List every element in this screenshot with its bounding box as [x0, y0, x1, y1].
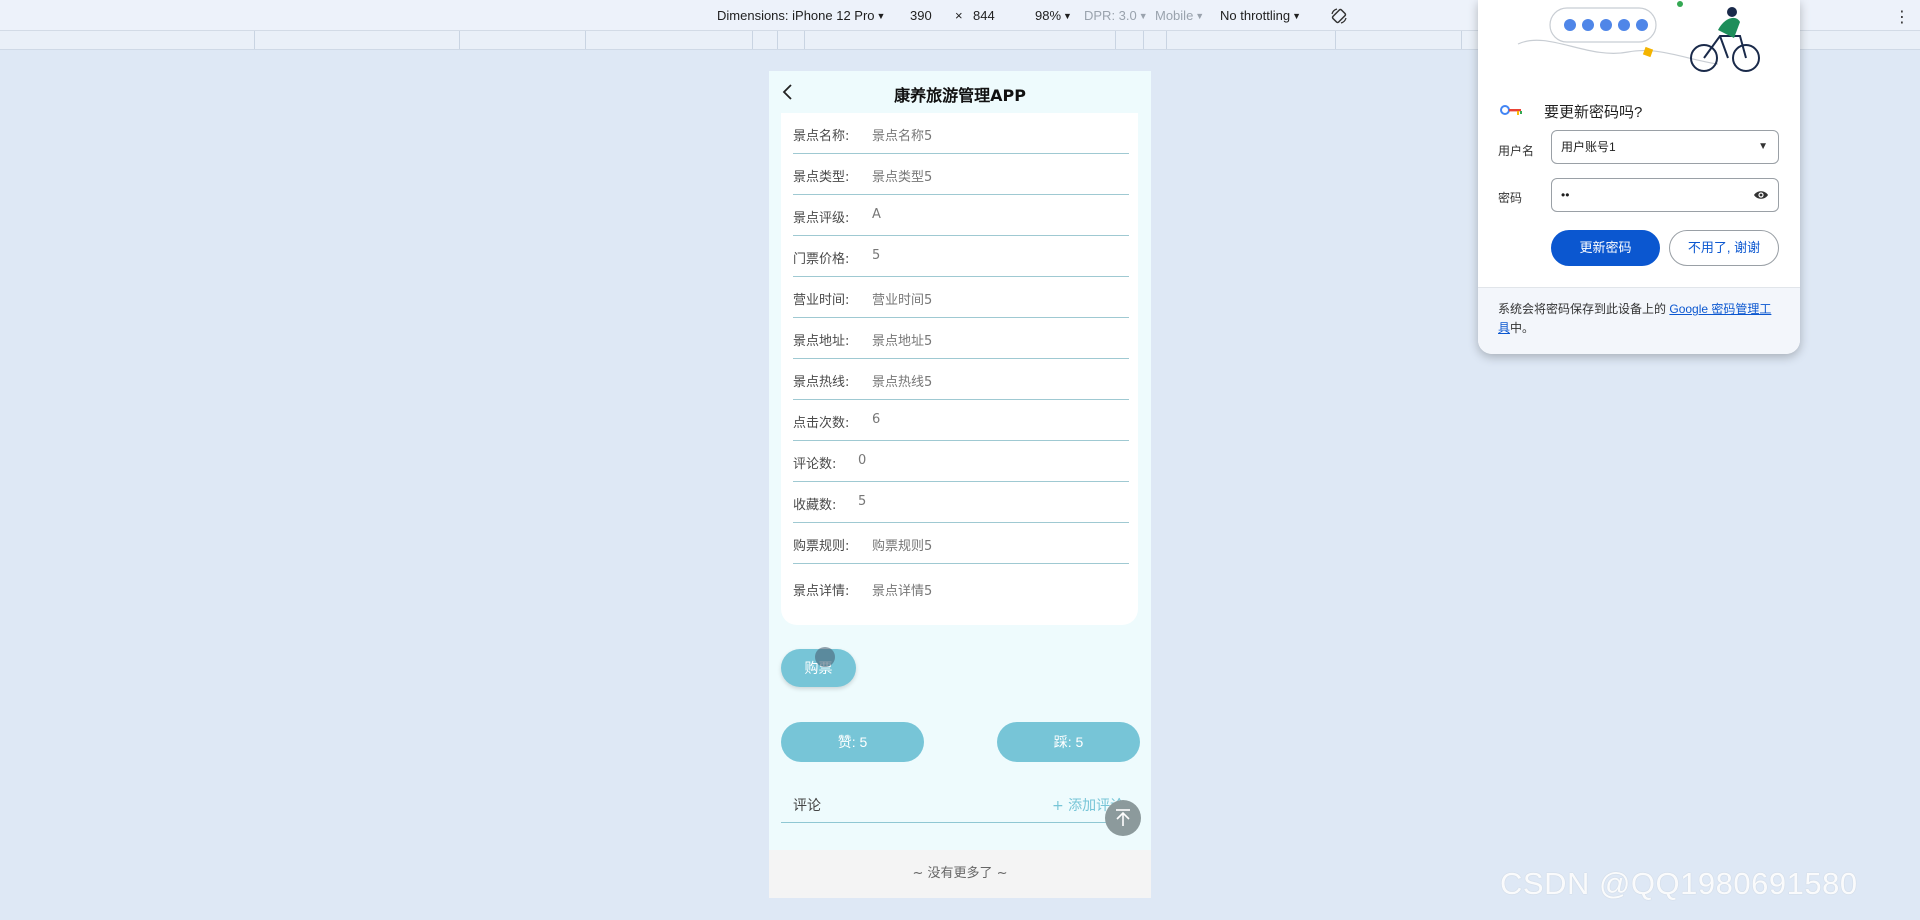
- ruler-tick: [777, 31, 778, 49]
- ruler-tick: [752, 31, 753, 49]
- field-label: 点击次数:: [793, 416, 850, 431]
- password-value: ••: [1561, 188, 1570, 202]
- field-row: 景点热线: 景点热线5: [793, 359, 1129, 400]
- key-icon: [1500, 105, 1522, 115]
- field-value: 景点类型5: [872, 170, 933, 185]
- ruler-tick: [804, 31, 805, 49]
- ruler-tick: [1166, 31, 1167, 49]
- update-password-button[interactable]: 更新密码: [1551, 230, 1660, 266]
- ruler-tick: [1461, 31, 1462, 49]
- field-label: 评论数:: [793, 457, 837, 472]
- field-value: 景点详情5: [872, 584, 933, 599]
- caret-down-icon: ▼: [1758, 141, 1768, 152]
- mobile-viewport: 康养旅游管理APP 景点名称: 景点名称5 景点类型: 景点类型5 景点评级: …: [769, 71, 1151, 898]
- throttling-dropdown[interactable]: No throttling ▼: [1220, 8, 1301, 23]
- field-label: 景点类型:: [793, 170, 850, 185]
- rotate-icon[interactable]: [1330, 7, 1348, 25]
- zoom-dropdown[interactable]: 98% ▼: [1035, 8, 1072, 23]
- caret-down-icon: ▼: [1292, 11, 1302, 21]
- field-row: 景点地址: 景点地址5: [793, 318, 1129, 359]
- caret-down-icon: ▼: [1195, 11, 1205, 21]
- field-row: 门票价格: 5: [793, 236, 1129, 277]
- detail-card: 景点名称: 景点名称5 景点类型: 景点类型5 景点评级: A 门票价格: 5 …: [781, 113, 1138, 625]
- dialog-title: 要更新密码吗?: [1544, 104, 1643, 121]
- ruler-tick: [254, 31, 255, 49]
- field-row: 景点详情: 景点详情5: [793, 568, 1129, 609]
- caret-down-icon: ▼: [1138, 11, 1148, 21]
- ruler-tick: [1115, 31, 1116, 49]
- field-label: 门票价格:: [793, 252, 850, 267]
- dpr-dropdown[interactable]: DPR: 3.0 ▼: [1084, 8, 1148, 23]
- height-input[interactable]: 844: [973, 8, 995, 23]
- field-row: 购票规则: 购票规则5: [793, 523, 1129, 564]
- arrow-up-icon: [1116, 809, 1130, 826]
- ruler-tick: [585, 31, 586, 49]
- dpr-label: DPR: 3.0: [1084, 8, 1137, 23]
- field-label: 景点详情:: [793, 584, 850, 599]
- field-row: 评论数: 0: [793, 441, 1129, 482]
- field-value: 景点热线5: [872, 375, 933, 390]
- field-label: 景点地址:: [793, 334, 850, 349]
- dimensions-dropdown[interactable]: Dimensions: iPhone 12 Pro ▼: [717, 8, 885, 23]
- username-select[interactable]: 用户账号1 ▼: [1551, 130, 1779, 164]
- field-value: 营业时间5: [872, 293, 933, 308]
- update-password-dialog: 要更新密码吗? 用户名 用户账号1 ▼ 密码 •• 更新密码 不用了, 谢谢 系…: [1478, 0, 1800, 354]
- field-label: 收藏数:: [793, 498, 837, 513]
- field-row: 景点评级: A: [793, 195, 1129, 236]
- ruler-tick: [1143, 31, 1144, 49]
- field-row: 景点类型: 景点类型5: [793, 154, 1129, 195]
- field-row: 点击次数: 6: [793, 400, 1129, 441]
- zoom-label: 98%: [1035, 8, 1062, 23]
- field-label: 景点评级:: [793, 211, 850, 226]
- watermark: CSDN @QQ1980691580: [1500, 866, 1858, 901]
- footer-text: 系统会将密码保存到此设备上的: [1498, 302, 1667, 316]
- throttling-label: No throttling: [1220, 8, 1291, 23]
- field-label: 购票规则:: [793, 539, 850, 554]
- field-label: 景点名称:: [793, 129, 850, 144]
- ruler-tick: [1335, 31, 1336, 49]
- like-button[interactable]: 赞: 5: [781, 722, 924, 762]
- field-value: 5: [872, 248, 881, 263]
- caret-down-icon: ▼: [876, 11, 886, 21]
- app-header: 康养旅游管理APP: [769, 71, 1151, 113]
- field-value: A: [872, 207, 881, 222]
- password-label: 密码: [1498, 191, 1523, 205]
- field-value: 景点地址5: [872, 334, 933, 349]
- field-value: 6: [872, 412, 881, 427]
- mode-dropdown[interactable]: Mobile ▼: [1155, 8, 1204, 23]
- times-sign: ×: [955, 8, 963, 23]
- width-input[interactable]: 390: [910, 8, 932, 23]
- dimensions-label: Dimensions: iPhone 12 Pro: [717, 8, 875, 23]
- field-row: 收藏数: 5: [793, 482, 1129, 523]
- username-label: 用户名: [1498, 144, 1535, 158]
- list-end-footer: ~ 没有更多了 ~: [769, 850, 1151, 898]
- eye-icon[interactable]: [1753, 188, 1769, 202]
- more-options-icon[interactable]: ⋮: [1894, 7, 1910, 26]
- field-value: 5: [858, 494, 867, 509]
- dislike-button[interactable]: 踩: 5: [997, 722, 1140, 762]
- password-field[interactable]: ••: [1551, 178, 1779, 212]
- page-title: 康养旅游管理APP: [894, 86, 1026, 105]
- field-row: 景点名称: 景点名称5: [793, 113, 1129, 154]
- mode-label: Mobile: [1155, 8, 1194, 23]
- cyclist-illustration: [1517, 1, 1760, 72]
- caret-down-icon: ▼: [1063, 11, 1072, 21]
- footer-suffix: 中。: [1510, 321, 1535, 335]
- back-to-top-button[interactable]: [1105, 800, 1141, 836]
- field-value: 0: [858, 453, 867, 468]
- comment-title: 评论: [793, 798, 821, 814]
- comment-section-header: 评论 + 添加评论: [781, 783, 1138, 823]
- field-row: 营业时间: 营业时间5: [793, 277, 1129, 318]
- field-value: 购票规则5: [872, 539, 933, 554]
- field-label: 营业时间:: [793, 293, 850, 308]
- ruler-tick: [459, 31, 460, 49]
- touch-cursor-indicator: [815, 647, 835, 667]
- field-value: 景点名称5: [872, 129, 933, 144]
- no-thanks-button[interactable]: 不用了, 谢谢: [1669, 230, 1779, 266]
- dialog-footer: 系统会将密码保存到此设备上的 Google 密码管理工具中。: [1478, 287, 1800, 354]
- field-label: 景点热线:: [793, 375, 850, 390]
- username-value: 用户账号1: [1561, 140, 1616, 154]
